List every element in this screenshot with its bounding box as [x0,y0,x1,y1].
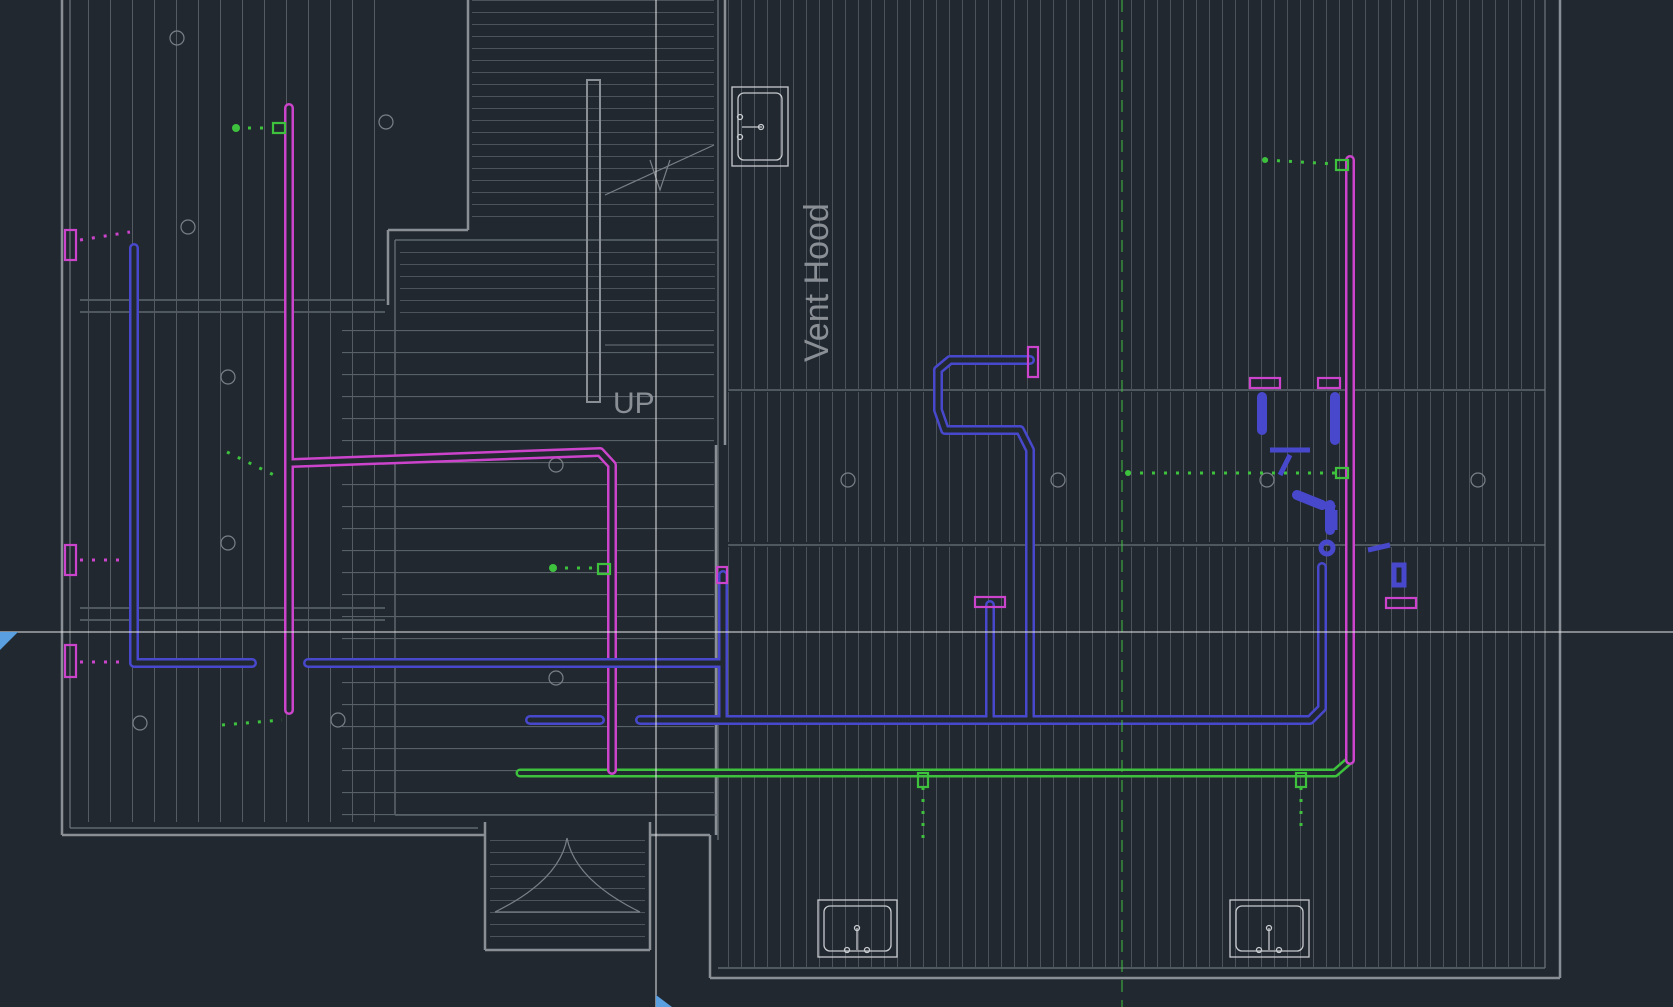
floor-hatching [80,0,1543,967]
cad-drawing-viewport[interactable]: Vent Hood UP [0,0,1673,1007]
stair-up-label: UP [613,387,655,420]
cursor-marker-icon [0,632,18,650]
floor-plan-svg: Vent Hood UP [0,0,1673,1007]
cursor-marker-icon [656,995,672,1007]
vent-hood-label: Vent Hood [798,203,836,362]
